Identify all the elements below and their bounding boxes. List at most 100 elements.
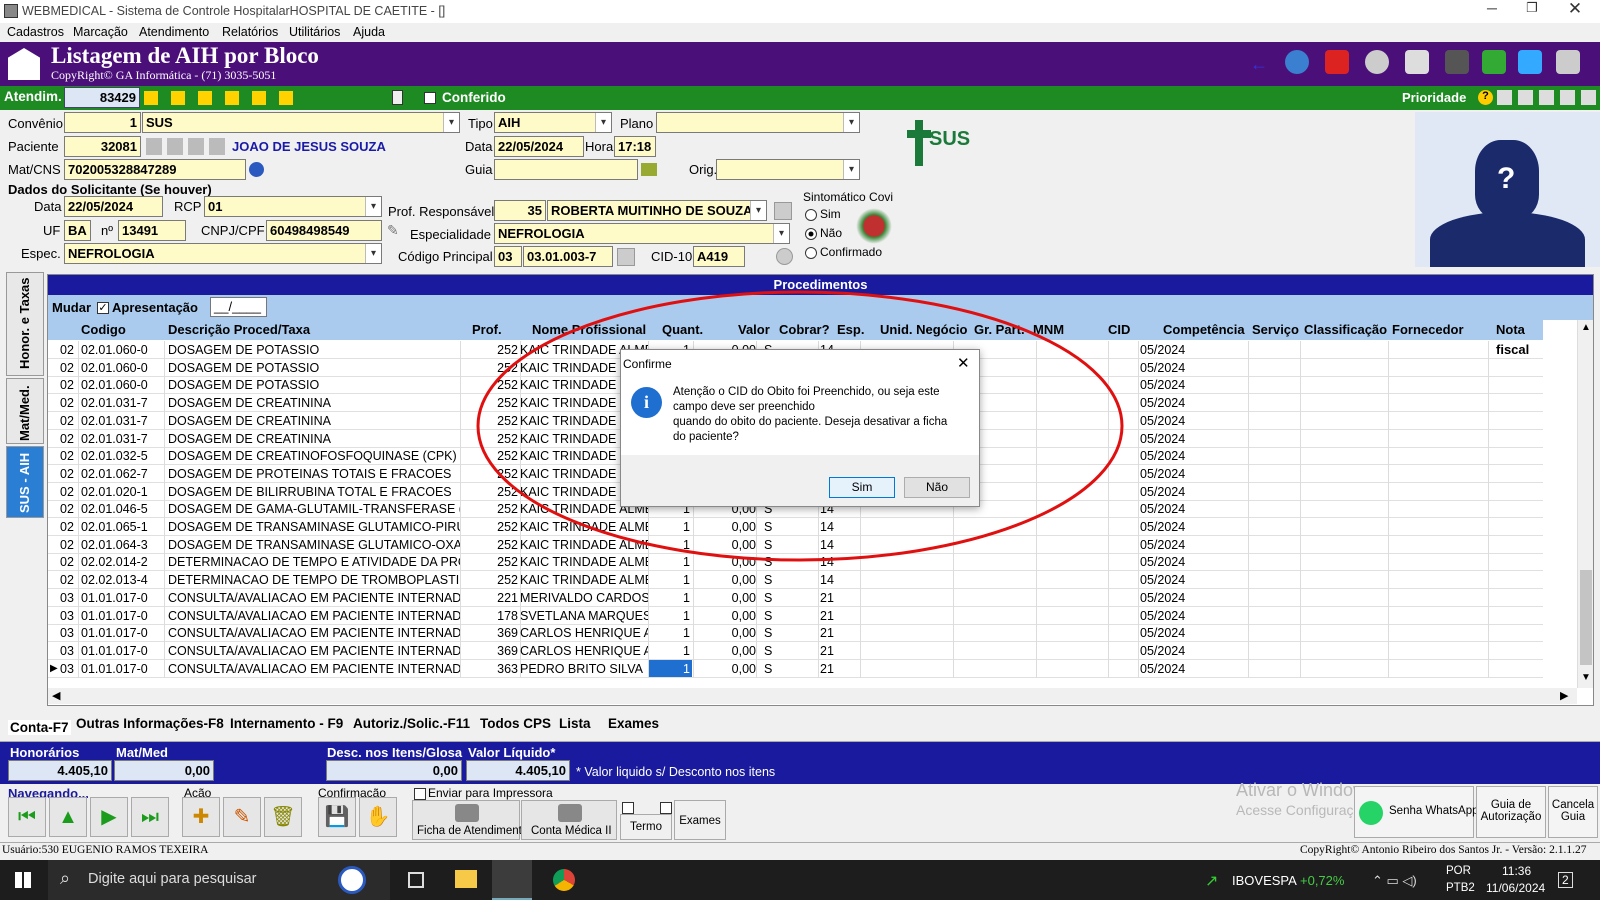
last-record-button[interactable]: ⏭ [131,797,169,837]
tab-matmed[interactable]: Mat/Med. [6,378,44,444]
email-icon[interactable] [1518,50,1542,74]
scroll-left-icon[interactable]: ◀ [52,689,60,702]
calculator-icon[interactable] [392,90,403,105]
stairs-icon[interactable] [1405,50,1429,74]
lang2[interactable]: PTB2 [1446,882,1475,894]
patient-tool-icons[interactable] [146,138,226,155]
exit-icon[interactable] [1556,50,1580,74]
edit-button[interactable]: ✎ [223,797,261,837]
column-header[interactable]: Codigo [81,320,126,340]
maximize-button[interactable]: ❐ [1512,0,1552,22]
column-header[interactable]: Descrição Proced/Taxa [168,320,310,340]
conta-medica-button[interactable]: Conta Médica II [521,800,617,840]
column-header[interactable]: Valor [738,320,770,340]
table-row[interactable]: 02 02.02.013-4 DETERMINACAO DE TEMPO DE TR… [48,571,1543,590]
world-icon[interactable] [249,162,264,177]
guia-search-icon[interactable] [641,163,657,176]
chevron-down-icon[interactable]: ▾ [365,244,381,263]
scroll-up-icon[interactable]: ▲ [1581,322,1591,333]
arrow-left-icon[interactable]: ← [1250,54,1268,75]
prof-code[interactable]: 35 [494,200,546,221]
column-header[interactable]: Prof. [472,320,502,340]
lang1[interactable]: POR [1446,865,1471,877]
chevron-down-icon[interactable]: ▾ [443,113,459,132]
sms-icon[interactable] [1482,50,1506,74]
toolbar-small-icons[interactable] [144,91,304,105]
chrome-icon[interactable] [553,869,575,891]
clock-app-icon[interactable] [338,866,366,894]
codprinc-b[interactable]: 03.01.003-7 [523,246,613,267]
table-row[interactable]: 03 01.01.017-0 CONSULTA/AVALIACAO EM PACIE… [48,606,1543,625]
clock-date[interactable]: 11/06/2024 [1486,881,1545,895]
codprinc-search-icon[interactable] [617,248,635,266]
scroll-right-icon[interactable]: ▶ [1560,689,1568,702]
taskbar-search[interactable]: ⌕ Digite aqui para pesquisar [48,860,390,900]
table-row[interactable]: 03 01.01.017-0 CONSULTA/AVALIACAO EM PACIE… [48,659,1543,678]
help-icon[interactable]: ? [1478,90,1493,105]
column-header[interactable]: Cobrar? [779,320,830,340]
tab-todos-cps[interactable]: Todos CPS [480,716,551,731]
task-view-icon[interactable] [408,872,424,888]
vertical-scrollbar[interactable]: ▲ ▼ [1577,320,1593,688]
atend-number[interactable]: 83429 [64,87,140,108]
table-row[interactable]: 02 02.02.014-2 DETERMINACAO DE TEMPO E ATI… [48,553,1543,572]
hora-field[interactable]: 17:18 [614,136,656,157]
apresentacao-field[interactable]: __/____ [210,297,267,317]
table-row[interactable]: 03 01.01.017-0 CONSULTA/AVALIACAO EM PACIE… [48,624,1543,643]
paciente-code[interactable]: 32081 [64,136,141,157]
orig-select[interactable]: ▾ [716,159,860,180]
codprinc-a[interactable]: 03 [494,246,522,267]
chevron-down-icon[interactable]: ▾ [843,160,859,179]
prof-select[interactable]: ROBERTA MUITINHO DE SOUZA ▾ [547,200,767,221]
column-header[interactable]: Fornecedor [1392,320,1464,340]
table-row[interactable]: 02 02.01.065-1 DOSAGEM DE TRANSAMINASE GLU… [48,518,1543,536]
table-row[interactable]: 03 01.01.017-0 CONSULTA/AVALIACAO EM PACIE… [48,588,1543,607]
column-header[interactable]: Quant. [662,320,703,340]
save-button[interactable]: 💾 [318,797,356,837]
data-field[interactable]: 22/05/2024 [494,136,584,157]
tray-icons[interactable]: ⌃ ▭ ◁) [1372,873,1417,889]
file-explorer-icon[interactable] [455,870,477,888]
chevron-down-icon[interactable]: ▾ [595,113,611,132]
horizontal-scrollbar[interactable]: ◀ ▶ [48,688,1577,704]
globe-icon[interactable] [1365,50,1389,74]
n-field[interactable]: 13491 [118,220,186,241]
handshake-icon[interactable] [1445,50,1469,74]
tab-lista[interactable]: Lista [559,716,591,731]
prof-search-icon[interactable] [774,202,792,220]
column-header[interactable]: Nome Profissional [532,320,646,340]
sol-data-field[interactable]: 22/05/2024 [64,196,163,217]
close-window-button[interactable]: ✕ [1555,0,1595,21]
especialidade-select[interactable]: NEFROLOGIA ▾ [494,223,790,244]
dialog-close-icon[interactable]: ✕ [957,354,970,372]
notification-icon[interactable]: 2 [1558,872,1573,888]
guia-autorizacao-button[interactable]: Guia de Autorização [1476,786,1546,838]
conferido-checkbox[interactable] [424,92,436,104]
tab-conta[interactable]: Conta-F7 [8,720,71,735]
chevron-down-icon[interactable]: ▾ [365,197,381,216]
table-row[interactable]: 03 01.01.017-0 CONSULTA/AVALIACAO EM PACIE… [48,641,1543,660]
add-button[interactable]: ✚ [182,797,220,837]
termo-checkbox[interactable] [622,802,634,814]
confirmado-radio[interactable] [805,247,817,259]
plano-select[interactable]: ▾ [656,112,860,133]
table-row[interactable]: 02 02.01.064-3 DOSAGEM DE TRANSAMINASE GLU… [48,535,1543,554]
minimize-button[interactable]: ─ [1472,0,1512,22]
convenio-select[interactable]: SUS ▾ [142,112,460,133]
espec-select[interactable]: NEFROLOGIA ▾ [64,243,382,264]
cancel-button[interactable]: ✋ [359,797,397,837]
matcns-field[interactable]: 702005328847289 [64,159,246,180]
whatsapp-button[interactable]: Senha WhatsApp [1354,786,1479,838]
column-header[interactable]: Unid. Negócio [880,320,967,340]
chevron-down-icon[interactable]: ▾ [773,224,789,243]
tipo-select[interactable]: AIH ▾ [494,112,612,133]
column-header[interactable]: Classificação [1304,320,1387,340]
chevron-down-icon[interactable]: ▾ [843,113,859,132]
cid-gear-icon[interactable] [776,248,793,265]
menu-cadastros[interactable]: Cadastros [7,25,64,39]
tab-internamento[interactable]: Internamento - F9 [230,716,343,731]
right-tool-icons[interactable] [1497,90,1597,105]
menu-relatorios[interactable]: Relatórios [222,25,278,39]
dialog-no-button[interactable]: Não [904,477,970,498]
guia-field[interactable] [494,159,638,180]
